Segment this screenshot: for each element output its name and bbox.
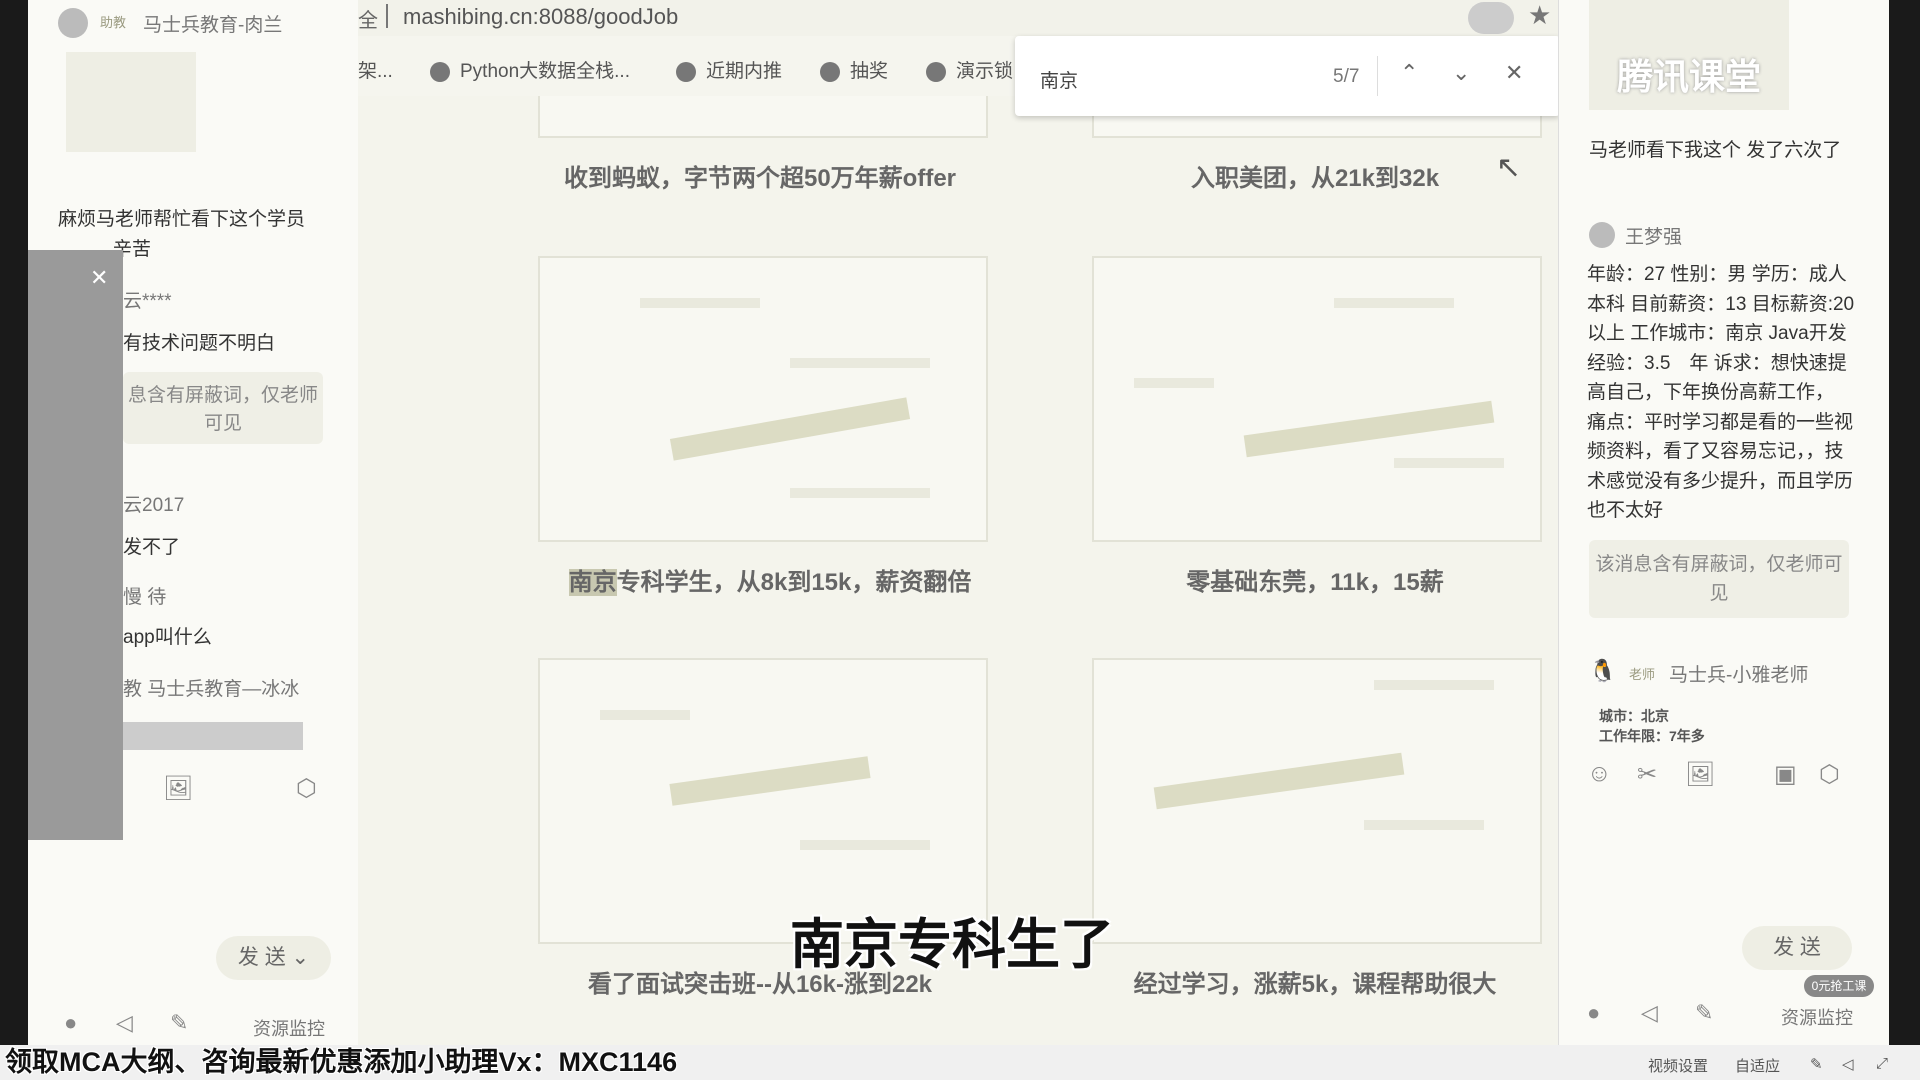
role-tag: 老师 [1629,667,1656,682]
sender-name: 云**** [123,291,172,312]
message-text: app叫什么 [123,627,212,648]
right-chat-panel: 腾讯课堂 马老师看下我这个 发了六次了 王梦强 年龄：27 性别：男 学历：成人… [1558,0,1889,1045]
bookmark-item[interactable]: 架... [358,56,393,83]
card-caption: 收到蚂蚁，字节两个超50万年薪offer [563,165,957,192]
card-caption: 入职美团，从21k到32k [1190,165,1440,192]
avatar [1589,222,1615,248]
url-text[interactable]: mashibing.cn:8088/goodJob [403,4,678,30]
message-text: 工作年限：7年多 [1599,728,1705,744]
microphone-icon[interactable]: ● [1587,1000,1600,1026]
divider [1377,56,1378,96]
find-input[interactable]: 南京 [1040,66,1078,93]
settings-hex-icon[interactable]: ⬡ [1819,760,1840,789]
bookmark-item[interactable]: Python大数据全栈... [430,56,630,83]
find-bar: 南京 5/7 ⌃ ⌄ ✕ [1015,36,1560,116]
message-text: 马老师看下我这个 发了六次了 [1589,140,1842,161]
promo-badge[interactable]: 0元抢工课 [1804,975,1874,997]
message-icon[interactable]: ▣ [1774,760,1797,789]
avatar [58,8,88,38]
video-subtitle: 南京专科生了 [790,915,1114,975]
scissors-icon[interactable]: ✂ [1637,760,1657,789]
bookmark-item[interactable]: 近期内推 [676,56,782,83]
testimonial-card[interactable] [1092,256,1542,542]
video-overlay [28,250,123,840]
extension-icon[interactable] [1468,2,1514,34]
promo-banner: 领取MCA大纲、咨询最新优惠添加小助理Vx：MXC1146 [5,1047,678,1077]
star-icon[interactable]: ★ [1528,0,1551,31]
fullscreen-icon[interactable]: ⤢ [1876,1055,1888,1072]
sender-name: 云2017 [123,495,185,516]
sender-name: 马士兵教育-肉兰 [143,15,283,36]
message-bubble [123,722,303,750]
bookmark-icon [820,61,840,82]
find-next-icon[interactable]: ⌄ [1452,60,1470,86]
bookmark-item[interactable]: 抽奖 [820,56,888,83]
pen-icon[interactable]: ✎ [1695,1000,1713,1026]
sender-name: 马士兵-小雅老师 [1669,665,1809,686]
bookmark-icon [676,61,696,82]
find-previous-icon[interactable]: ⌃ [1400,60,1418,86]
speaker-icon[interactable]: ◁ [116,1010,133,1036]
message-text: 有技术问题不明白 [123,333,276,354]
settings-hex-icon[interactable]: ⬡ [296,774,317,803]
send-button[interactable]: 发 送 ⌄ [216,936,331,980]
pen-icon[interactable]: ✎ [170,1010,188,1036]
emoji-icon[interactable]: ☺ [1587,760,1612,788]
microphone-icon[interactable]: ● [64,1010,77,1036]
find-count: 5/7 [1333,66,1360,87]
message-text: 城市：北京 [1599,708,1669,724]
card-caption: 经过学习，涨薪5k，课程帮助很大 [1133,971,1497,998]
card-caption: 零基础东莞，11k，15薪 [1186,569,1444,596]
speaker-icon[interactable]: ◁ [1641,1000,1658,1026]
address-prefix: 全 [358,10,378,32]
sender-name: 王梦强 [1625,227,1683,248]
testimonial-card[interactable] [1092,658,1542,944]
address-bar[interactable]: 全 mashibing.cn:8088/goodJob ★ [358,0,1558,36]
message-text: 麻烦马老师帮忙看下这个学员 [58,209,306,230]
divider [386,4,388,28]
image-icon[interactable]: 🖼 [163,774,193,803]
resource-monitor-label[interactable]: 资源监控 [1781,1004,1853,1030]
mouse-cursor-icon: ↖ [1496,151,1522,184]
bookmark-icon [430,61,450,82]
image-icon[interactable]: 🖼 [1685,760,1715,789]
sender-name: 教 马士兵教育—冰冰 [123,679,300,700]
role-tag: 助教 [100,15,127,30]
watermark-logo: 腾讯课堂 [1617,56,1762,97]
resource-monitor-label[interactable]: 资源监控 [253,1015,325,1041]
sender-name: 慢 待 [123,587,167,608]
video-settings-button[interactable]: 视频设置 [1648,1055,1708,1076]
penguin-icon: 🐧 [1589,658,1617,683]
message-text: 年龄：27 性别：男 学历：成人本科 目前薪资：13 目标薪资:20以上 工作城… [1587,264,1855,521]
speaker-icon[interactable]: ◁ [1842,1055,1854,1073]
pen-icon[interactable]: ✎ [1810,1055,1823,1073]
blocked-message-notice: 息含有屏蔽词，仅老师可见 [123,372,323,444]
search-match-highlight: 南京 [568,569,617,596]
blocked-message-notice: 该消息含有屏蔽词，仅老师可见 [1589,540,1849,618]
close-icon[interactable]: ✕ [90,265,108,291]
testimonial-card[interactable] [538,256,988,542]
left-chat-panel: 助教 马士兵教育-肉兰 麻烦马老师帮忙看下这个学员 辛苦 云**** 有技术问题… [28,0,359,1045]
close-icon[interactable]: ✕ [1505,60,1523,86]
bookmark-item[interactable]: 演示锁 [926,56,1013,83]
testimonial-card[interactable] [538,96,988,138]
card-caption: 南京专科学生，从8k到15k，薪资翻倍 [568,569,972,596]
message-text: 发不了 [123,537,181,558]
send-button[interactable]: 发 送 [1742,926,1852,970]
image-message[interactable] [66,52,196,152]
adaptive-button[interactable]: 自适应 [1735,1055,1780,1076]
bookmark-icon [926,61,946,82]
